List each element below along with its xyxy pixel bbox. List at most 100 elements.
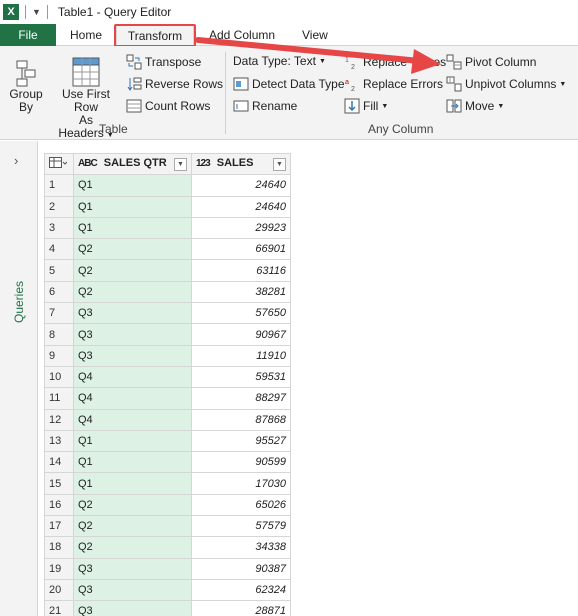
cell-sales-qtr[interactable]: Q4: [73, 387, 192, 410]
text-type-icon[interactable]: ABC: [78, 158, 98, 169]
row-number[interactable]: 3: [44, 216, 74, 240]
row-number[interactable]: 16: [44, 493, 74, 517]
cell-sales-qtr[interactable]: Q3: [73, 578, 192, 602]
cell-sales[interactable]: 34338: [191, 536, 291, 559]
move-label: Move: [465, 99, 495, 113]
row-number[interactable]: 13: [44, 429, 74, 453]
replace-values-button[interactable]: 12 Replace Values: [344, 54, 446, 70]
cell-sales[interactable]: 38281: [191, 280, 291, 304]
cell-sales-qtr[interactable]: Q3: [73, 557, 192, 580]
cell-sales[interactable]: 87868: [191, 408, 291, 431]
rename-button[interactable]: Rename: [233, 98, 297, 114]
row-number[interactable]: 9: [44, 344, 74, 367]
row-number[interactable]: 18: [44, 536, 74, 559]
cell-sales-qtr[interactable]: Q1: [73, 472, 192, 495]
cell-sales-qtr[interactable]: Q1: [73, 174, 192, 197]
row-number[interactable]: 6: [44, 280, 74, 304]
cell-sales-qtr[interactable]: Q3: [73, 344, 192, 367]
tab-transform[interactable]: Transform: [116, 24, 194, 46]
cell-sales-qtr[interactable]: Q3: [73, 302, 192, 325]
tab-file[interactable]: File: [0, 24, 56, 46]
cell-sales[interactable]: 29923: [191, 216, 291, 240]
cell-sales-qtr[interactable]: Q2: [73, 493, 192, 517]
cell-sales-qtr[interactable]: Q2: [73, 259, 192, 282]
table-row: 10 Q4 59531: [44, 365, 291, 389]
cell-sales[interactable]: 65026: [191, 493, 291, 517]
table-row: 13 Q1 95527: [44, 429, 291, 453]
cell-sales[interactable]: 59531: [191, 365, 291, 389]
ribbon: Group By Use First Row As Headers ▼ Trans…: [0, 46, 578, 140]
cell-sales-qtr[interactable]: Q4: [73, 408, 192, 431]
transpose-label: Transpose: [145, 55, 202, 69]
row-number[interactable]: 19: [44, 557, 74, 580]
filter-dropdown-icon[interactable]: ▼: [174, 158, 187, 172]
cell-sales[interactable]: 90599: [191, 451, 291, 474]
row-number[interactable]: 7: [44, 302, 74, 325]
cell-sales[interactable]: 88297: [191, 387, 291, 410]
row-number[interactable]: 5: [44, 259, 74, 282]
cell-sales[interactable]: 66901: [191, 238, 291, 261]
column-header-sales[interactable]: 123 SALES ▼: [191, 152, 291, 176]
data-type-dropdown[interactable]: Data Type: Text ▼: [233, 54, 326, 68]
cell-sales[interactable]: 57579: [191, 515, 291, 538]
cell-sales-qtr[interactable]: Q2: [73, 536, 192, 559]
count-rows-button[interactable]: Count Rows: [126, 98, 210, 114]
pivot-column-icon: [446, 54, 462, 70]
fill-dropdown[interactable]: Fill ▼: [344, 98, 388, 114]
cell-sales-qtr[interactable]: Q1: [73, 429, 192, 453]
row-number[interactable]: 1: [44, 174, 74, 197]
cell-sales[interactable]: 90387: [191, 557, 291, 580]
cell-sales-qtr[interactable]: Q1: [73, 195, 192, 218]
cell-sales[interactable]: 63116: [191, 259, 291, 282]
any-column-group-label: Any Column: [368, 122, 434, 136]
cell-sales-qtr[interactable]: Q1: [73, 216, 192, 240]
replace-errors-button[interactable]: a2 Replace Errors: [344, 76, 443, 92]
row-number[interactable]: 10: [44, 365, 74, 389]
unpivot-columns-dropdown[interactable]: Unpivot Columns ▼: [446, 76, 566, 92]
cell-sales-qtr[interactable]: Q2: [73, 238, 192, 261]
expand-chevron-icon[interactable]: ›: [14, 153, 18, 168]
cell-sales[interactable]: 28871: [191, 600, 291, 616]
cell-sales-qtr[interactable]: Q2: [73, 280, 192, 304]
cell-sales[interactable]: 90967: [191, 323, 291, 346]
cell-sales-qtr[interactable]: Q4: [73, 365, 192, 389]
tab-view[interactable]: View: [302, 24, 328, 46]
row-number[interactable]: 11: [44, 387, 74, 410]
cell-sales[interactable]: 24640: [191, 174, 291, 197]
quick-access-dropdown-icon[interactable]: ▼: [32, 7, 41, 17]
cell-sales-qtr[interactable]: Q3: [73, 323, 192, 346]
reverse-rows-button[interactable]: Reverse Rows: [126, 76, 223, 92]
queries-pane-label[interactable]: Queries: [12, 281, 26, 323]
group-by-icon: [16, 60, 36, 87]
row-number[interactable]: 2: [44, 195, 74, 218]
cell-sales[interactable]: 11910: [191, 344, 291, 367]
cell-sales[interactable]: 24640: [191, 195, 291, 218]
filter-dropdown-icon[interactable]: ▼: [273, 158, 286, 172]
row-number[interactable]: 14: [44, 451, 74, 474]
row-number[interactable]: 20: [44, 578, 74, 602]
column-header-sales-qtr[interactable]: ABC SALES QTR ▼: [73, 152, 192, 176]
row-number[interactable]: 15: [44, 472, 74, 495]
tab-home[interactable]: Home: [70, 24, 102, 46]
row-number[interactable]: 8: [44, 323, 74, 346]
transpose-button[interactable]: Transpose: [126, 54, 201, 70]
row-number[interactable]: 12: [44, 408, 74, 431]
cell-sales-qtr[interactable]: Q1: [73, 451, 192, 474]
cell-sales-qtr[interactable]: Q3: [73, 600, 192, 616]
number-type-icon[interactable]: 123: [196, 158, 211, 169]
tab-add-column[interactable]: Add Column: [209, 24, 275, 46]
move-dropdown[interactable]: Move ▼: [446, 98, 504, 114]
cell-sales-qtr[interactable]: Q2: [73, 515, 192, 538]
cell-sales[interactable]: 17030: [191, 472, 291, 495]
svg-text:a: a: [345, 79, 349, 86]
cell-sales[interactable]: 95527: [191, 429, 291, 453]
table-menu-button[interactable]: [44, 152, 74, 176]
pivot-column-button[interactable]: Pivot Column: [446, 54, 536, 70]
row-number[interactable]: 17: [44, 515, 74, 538]
row-number[interactable]: 21: [44, 600, 74, 616]
group-by-button[interactable]: Group By: [6, 58, 46, 114]
cell-sales[interactable]: 62324: [191, 578, 291, 602]
row-number[interactable]: 4: [44, 238, 74, 261]
cell-sales[interactable]: 57650: [191, 302, 291, 325]
detect-data-type-button[interactable]: Detect Data Type: [233, 76, 345, 92]
